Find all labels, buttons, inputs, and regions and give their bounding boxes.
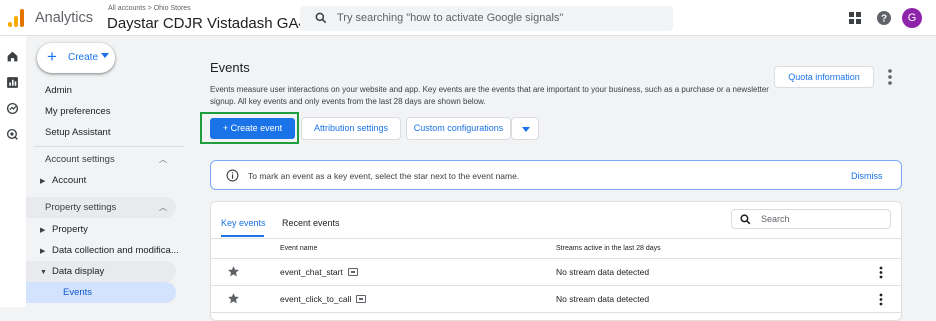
- event-name: event_click_to_call: [280, 294, 367, 304]
- info-banner: To mark an event as a key event, select …: [210, 160, 902, 190]
- table-search-placeholder: Search: [761, 214, 790, 224]
- app-name: Analytics: [35, 10, 94, 26]
- page-title: Events: [210, 60, 250, 75]
- sidebar-item-data-display[interactable]: ▼ Data display: [40, 266, 104, 277]
- stream-status: No stream data detected: [556, 267, 650, 277]
- chevron-up-icon[interactable]: ︿: [159, 154, 167, 165]
- event-tag-icon: [347, 268, 358, 276]
- active-tab-indicator: [221, 235, 264, 237]
- create-event-button[interactable]: + Create event: [210, 118, 295, 139]
- sidebar-item-account[interactable]: ▶ Account: [40, 175, 86, 186]
- star-icon[interactable]: [227, 292, 240, 305]
- apps-grid-icon[interactable]: [847, 10, 863, 26]
- search-placeholder: Try searching "how to activate Google si…: [337, 12, 564, 24]
- table-row[interactable]: event_chat_start No stream data detected: [211, 259, 901, 286]
- sidebar-item-admin[interactable]: Admin: [45, 85, 72, 96]
- sidebar-item-property[interactable]: ▶ Property: [40, 224, 88, 235]
- more-vertical-icon[interactable]: [878, 266, 884, 279]
- stream-status: No stream data detected: [556, 294, 650, 304]
- main-content: Events Events measure user interactions …: [191, 36, 936, 321]
- svg-text:?: ?: [881, 14, 887, 25]
- custom-configurations-button[interactable]: Custom configurations: [406, 117, 511, 140]
- sidebar-item-data-collection-label: Data collection and modifica...: [52, 245, 179, 256]
- analytics-logo-icon[interactable]: [8, 9, 24, 27]
- tab-recent-events[interactable]: Recent events: [282, 218, 340, 228]
- property-settings-header[interactable]: Property settings: [45, 202, 116, 213]
- sidebar-item-data-collection[interactable]: ▶ Data collection and modifica...: [40, 245, 179, 256]
- table-header-row: Event name Streams active in the last 28…: [211, 238, 901, 259]
- create-event-label: Create event: [230, 123, 283, 133]
- search-bar[interactable]: Try searching "how to activate Google si…: [300, 6, 673, 31]
- sidebar-divider: [34, 146, 184, 147]
- custom-configurations-dropdown[interactable]: [511, 117, 539, 140]
- top-bar: Analytics All accounts > Ohio Stores Day…: [0, 0, 936, 36]
- icon-rail: [0, 36, 26, 307]
- account-settings-header[interactable]: Account settings: [45, 154, 115, 165]
- table-row[interactable]: event_click_to_call No stream data detec…: [211, 286, 901, 313]
- sidebar: + Create Admin My preferences Setup Assi…: [26, 36, 191, 307]
- caret-down-icon: ▼: [40, 269, 47, 276]
- page-description: Events measure user interactions on your…: [210, 85, 769, 106]
- sidebar-item-my-preferences[interactable]: My preferences: [45, 106, 110, 117]
- plus-icon: +: [47, 47, 57, 66]
- event-tag-icon: [356, 295, 367, 303]
- quota-information-button[interactable]: Quota information: [774, 66, 874, 88]
- info-icon: [226, 169, 239, 182]
- table-search-input[interactable]: Search: [731, 209, 891, 229]
- sidebar-item-data-display-label: Data display: [52, 266, 105, 277]
- chevron-up-icon[interactable]: ︿: [159, 202, 167, 213]
- dismiss-button[interactable]: Dismiss: [851, 171, 883, 181]
- events-table-card: Key events Recent events Search Event na…: [210, 201, 902, 321]
- star-icon[interactable]: [227, 265, 240, 278]
- event-name: event_chat_start: [280, 267, 358, 277]
- search-icon: [740, 214, 751, 225]
- sidebar-item-events[interactable]: Events: [63, 287, 92, 298]
- info-text: To mark an event as a key event, select …: [248, 171, 520, 181]
- caret-right-icon: ▶: [40, 178, 46, 185]
- caret-right-icon: ▶: [40, 227, 46, 234]
- attribution-settings-button[interactable]: Attribution settings: [301, 117, 401, 140]
- advertising-icon[interactable]: [6, 128, 19, 141]
- search-icon: [315, 12, 327, 24]
- breadcrumb[interactable]: All accounts > Ohio Stores: [108, 5, 191, 12]
- more-vertical-icon[interactable]: [878, 293, 884, 306]
- sidebar-item-property-label: Property: [52, 224, 88, 235]
- tab-key-events[interactable]: Key events: [221, 218, 266, 228]
- more-vertical-icon[interactable]: [886, 68, 894, 86]
- property-name: Daystar CDJR Vistadash GA4: [107, 15, 307, 32]
- avatar[interactable]: G: [902, 8, 922, 28]
- create-label: Create: [68, 52, 99, 63]
- create-button[interactable]: + Create: [37, 43, 115, 73]
- explore-icon[interactable]: [6, 102, 19, 115]
- help-icon[interactable]: ?: [876, 10, 892, 26]
- events-active-highlight: [26, 282, 176, 303]
- event-name-text: event_click_to_call: [280, 294, 352, 304]
- caret-right-icon: ▶: [40, 248, 46, 255]
- home-icon[interactable]: [6, 50, 19, 63]
- dropdown-arrow-icon: [101, 53, 109, 58]
- sidebar-item-setup-assistant[interactable]: Setup Assistant: [45, 127, 110, 138]
- column-event-name[interactable]: Event name: [280, 245, 317, 252]
- reports-icon[interactable]: [6, 76, 19, 89]
- property-selector[interactable]: Daystar CDJR Vistadash GA4▼: [107, 15, 319, 32]
- event-name-text: event_chat_start: [280, 267, 343, 277]
- sidebar-item-account-label: Account: [52, 175, 87, 186]
- column-streams-active[interactable]: Streams active in the last 28 days: [556, 245, 661, 252]
